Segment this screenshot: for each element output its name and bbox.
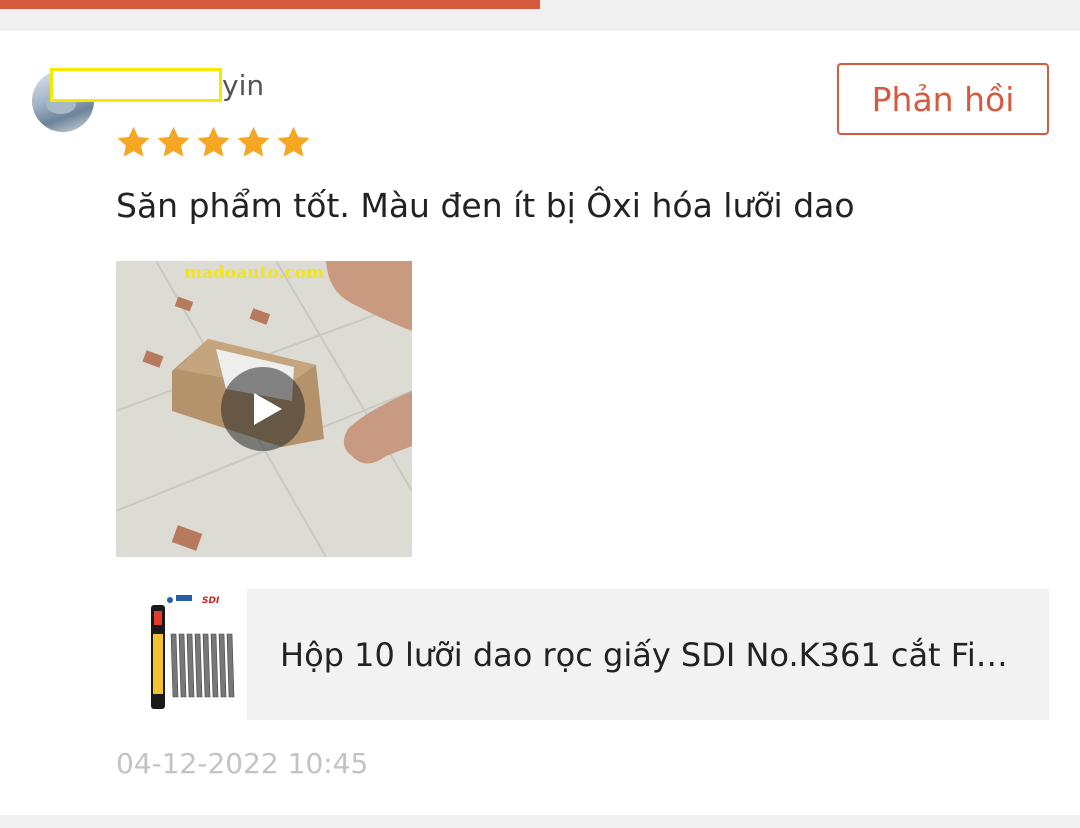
blade-pack-image: SDI bbox=[116, 589, 247, 720]
video-watermark: madoauto.com bbox=[184, 263, 325, 283]
username-visible-part: yin bbox=[222, 69, 265, 102]
star-icon bbox=[157, 126, 190, 157]
star-icon bbox=[117, 126, 150, 157]
redaction-box bbox=[50, 68, 222, 102]
review-text: Săn phẩm tốt. Màu đen ít bị Ôxi hóa lưỡi… bbox=[116, 186, 855, 225]
username[interactable]: yin bbox=[50, 68, 264, 104]
play-icon[interactable] bbox=[221, 367, 305, 451]
reply-button[interactable]: Phản hồi bbox=[837, 63, 1049, 135]
review-timestamp: 04-12-2022 10:45 bbox=[116, 747, 369, 780]
review-page: yin Phản hồi Săn phẩm tốt. Màu đen ít bị… bbox=[0, 0, 1080, 828]
product-thumbnail[interactable]: SDI bbox=[116, 589, 247, 720]
star-icon bbox=[197, 126, 230, 157]
svg-text:SDI: SDI bbox=[202, 596, 220, 606]
bottom-divider bbox=[0, 815, 1080, 828]
product-link[interactable]: Hộp 10 lưỡi dao rọc giấy SDI No.K361 cắt… bbox=[247, 589, 1049, 720]
star-icon bbox=[277, 126, 310, 157]
product-title: Hộp 10 lưỡi dao rọc giấy SDI No.K361 cắt… bbox=[280, 635, 1008, 674]
review-video-thumbnail[interactable]: madoauto.com bbox=[116, 261, 412, 557]
progress-indicator bbox=[0, 0, 540, 9]
star-icon bbox=[237, 126, 270, 157]
star-rating bbox=[115, 124, 312, 162]
